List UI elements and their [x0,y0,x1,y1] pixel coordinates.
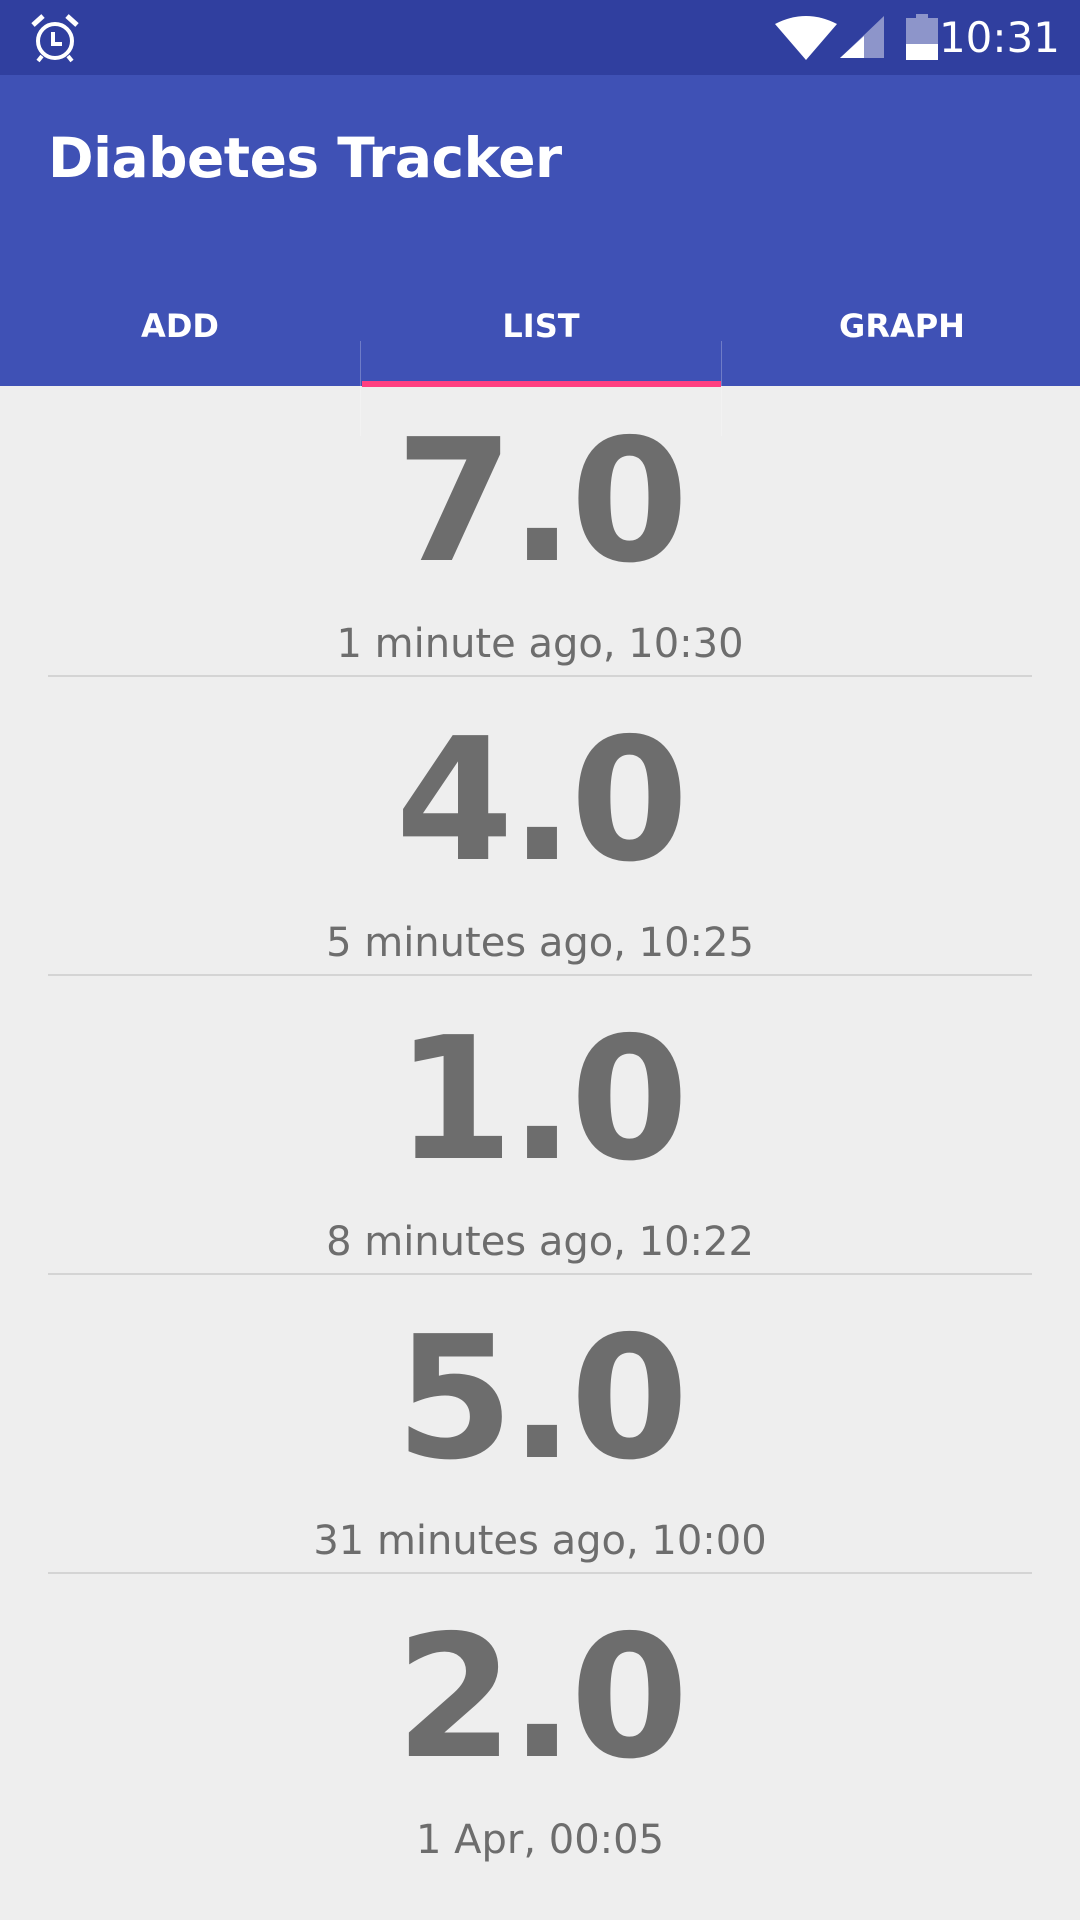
app-title: Diabetes Tracker [48,126,562,190]
reading-time: 31 minutes ago, 10:00 [313,1518,767,1564]
list-divider [48,974,1032,976]
app-bar: Diabetes Tracker ADD LIST GRAPH [0,75,1080,436]
reading-value: 1.0 [395,1001,688,1199]
list-divider [48,1572,1032,1574]
list-item[interactable]: 2.0 1 Apr, 00:05 [0,1582,1080,1881]
reading-time: 8 minutes ago, 10:22 [326,1219,754,1265]
list-item[interactable]: 4.0 5 minutes ago, 10:25 [0,685,1080,984]
cell-signal-icon [840,16,884,58]
list-divider [48,1273,1032,1275]
reading-value: 5.0 [395,1300,688,1498]
reading-time: 5 minutes ago, 10:25 [326,920,754,966]
list-divider [48,675,1032,677]
tab-add[interactable]: ADD [0,266,360,386]
tab-bar: ADD LIST GRAPH [0,266,1080,436]
status-bar: 10:31 [0,0,1080,75]
readings-list[interactable]: 7.0 1 minute ago, 10:30 4.0 5 minutes ag… [0,386,1080,1881]
reading-time: 1 Apr, 00:05 [415,1817,665,1863]
list-item[interactable]: 1.0 8 minutes ago, 10:22 [0,984,1080,1283]
wifi-icon [775,16,837,60]
tab-list[interactable]: LIST [361,266,721,386]
alarm-icon [31,14,79,63]
reading-value: 4.0 [395,702,688,900]
reading-time: 1 minute ago, 10:30 [336,621,744,667]
battery-icon [906,14,938,60]
list-item[interactable]: 7.0 1 minute ago, 10:30 [0,386,1080,685]
list-item[interactable]: 5.0 31 minutes ago, 10:00 [0,1283,1080,1582]
tab-graph[interactable]: GRAPH [722,266,1080,386]
status-clock: 10:31 [938,13,1060,62]
reading-value: 2.0 [395,1599,688,1797]
reading-value: 7.0 [395,403,688,601]
